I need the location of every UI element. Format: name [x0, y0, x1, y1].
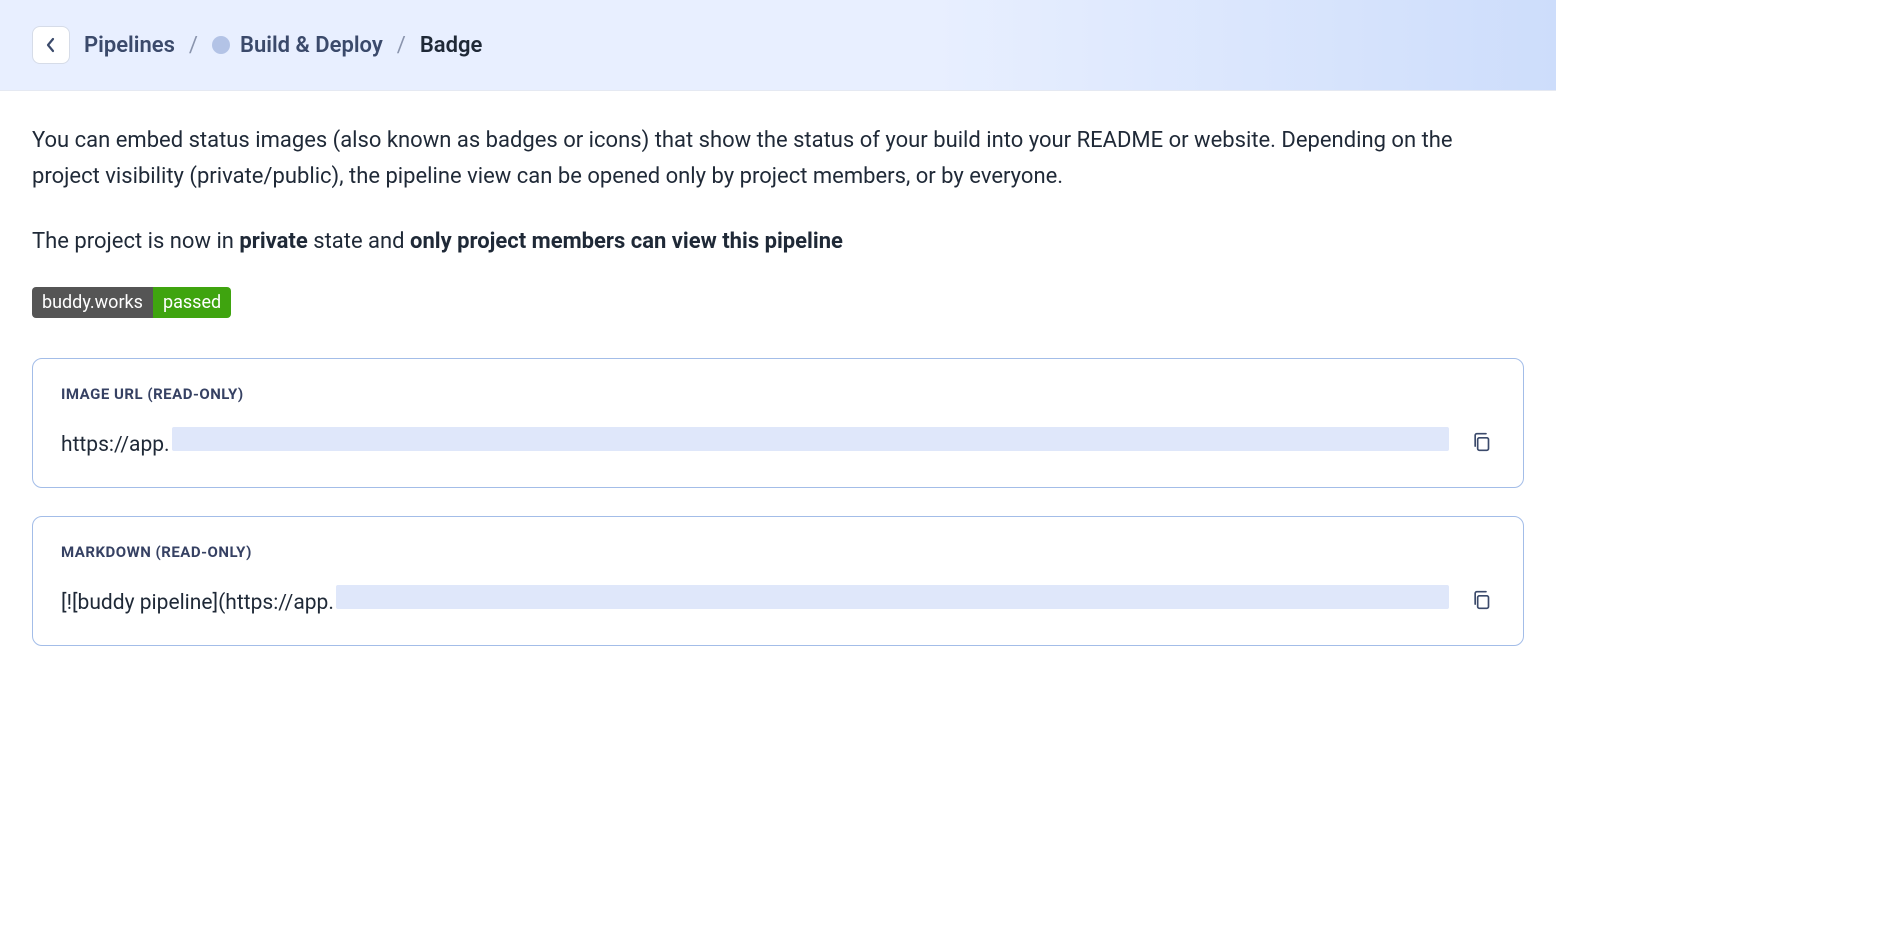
breadcrumb-project-label: Build & Deploy	[240, 33, 383, 58]
copy-icon	[1471, 431, 1491, 453]
badge-service-label: buddy.works	[32, 287, 153, 318]
redacted-block	[172, 427, 1449, 451]
image-url-value[interactable]: https://app.	[61, 427, 1449, 457]
badge-status-label: passed	[153, 287, 231, 318]
copy-icon	[1471, 589, 1491, 611]
status-mid: state and	[308, 229, 410, 254]
visibility-status: The project is now in private state and …	[32, 224, 1524, 259]
image-url-field: IMAGE URL (READ-ONLY) https://app.	[32, 358, 1524, 488]
copy-markdown-button[interactable]	[1467, 586, 1495, 614]
back-button[interactable]	[32, 26, 70, 64]
status-suffix: only project members can view this pipel…	[410, 229, 843, 254]
image-url-label: IMAGE URL (READ-ONLY)	[61, 385, 1495, 403]
breadcrumb-current: Badge	[420, 33, 483, 58]
breadcrumb: Pipelines / Build & Deploy / Badge	[84, 33, 482, 58]
markdown-field: MARKDOWN (READ-ONLY) [![buddy pipeline](…	[32, 516, 1524, 646]
breadcrumb-pipelines[interactable]: Pipelines	[84, 33, 175, 58]
page-content: You can embed status images (also known …	[0, 91, 1556, 706]
page-header: Pipelines / Build & Deploy / Badge	[0, 0, 1556, 91]
markdown-prefix: [![buddy pipeline](https://app.	[61, 591, 334, 615]
intro-text: You can embed status images (also known …	[32, 123, 1524, 196]
chevron-left-icon	[46, 37, 56, 53]
markdown-value[interactable]: [![buddy pipeline](https://app.	[61, 585, 1449, 615]
image-url-prefix: https://app.	[61, 433, 170, 457]
markdown-label: MARKDOWN (READ-ONLY)	[61, 543, 1495, 561]
breadcrumb-project[interactable]: Build & Deploy	[212, 33, 383, 58]
breadcrumb-separator: /	[189, 33, 198, 58]
status-dot-icon	[212, 36, 230, 54]
breadcrumb-separator: /	[397, 33, 406, 58]
badge-preview: buddy.works passed	[32, 287, 231, 318]
redacted-block	[336, 585, 1449, 609]
status-state: private	[239, 229, 307, 254]
status-prefix: The project is now in	[32, 229, 239, 254]
copy-image-url-button[interactable]	[1467, 428, 1495, 456]
